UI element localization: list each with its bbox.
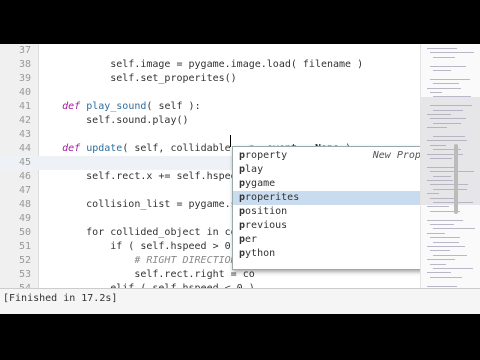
line-number: 53 [18,269,31,280]
minimap-line [430,92,442,93]
code-text: collision_list = pygame.spri [38,199,255,210]
minimap-line [430,263,446,265]
completion-text: lay [245,164,264,175]
minimap-line [430,276,462,278]
completion-text: er [245,234,258,245]
minimap-line [433,254,467,256]
line-number: 51 [18,241,31,252]
code-line[interactable]: 37 [0,44,420,58]
completion-text: osition [245,206,288,217]
minimap-viewport[interactable] [421,97,480,205]
code-text: self.sound.play() [38,115,189,126]
line-number: 52 [18,255,31,266]
line-number: 37 [18,45,31,56]
code-line[interactable]: 39 self.set_properites() [0,72,420,86]
line-number: 43 [18,129,31,140]
code-text: self.rect.right = co [38,269,255,280]
line-number: 48 [18,199,31,210]
minimap-line [430,237,460,239]
line-number: 38 [18,59,31,70]
code-text: def play_sound( self ): [62,101,201,112]
code-line[interactable]: 42 self.sound.play() [0,114,420,128]
code-text: for collided_object in collin [38,227,261,238]
code-text: # RIGHT DIRECTION [134,255,237,266]
line-number: 39 [18,73,31,84]
vertical-scrollbar[interactable] [454,144,458,214]
completion-text: ython [245,248,276,259]
minimap-line [430,250,450,252]
minimap-line [433,56,455,58]
completion-text: roperty [245,150,288,161]
line-number: 40 [18,87,31,98]
minimap-line [430,52,474,54]
minimap-line [427,259,455,261]
minimap-line [433,268,473,269]
build-output-panel: [Finished in 17.2s] [0,288,480,314]
minimap-line [427,232,445,234]
text-caret [230,135,231,147]
completion-text: roperites [245,192,300,203]
line-number: 50 [18,227,31,238]
minimap-line [430,78,470,80]
minimap-line [433,241,459,243]
code-line[interactable]: 43 [0,128,420,142]
minimap-line [427,285,457,287]
minimap-line [430,224,454,225]
code-line[interactable]: 53 self.rect.right = co [0,268,420,282]
minimap-line [433,70,451,71]
line-number: 47 [18,185,31,196]
code-text: self.image = pygame.image.load( filename… [38,59,364,70]
minimap-line [427,219,463,221]
line-number: 41 [18,101,31,112]
completion-text: revious [245,220,288,231]
build-output-text: [Finished in 17.2s] [3,293,118,304]
minimap-line [427,272,451,274]
line-number: 49 [18,213,31,224]
editor-window: 37 38 self.image = pygame.image.load( fil… [0,44,480,314]
minimap-line [427,48,457,49]
minimap-line [427,206,449,208]
line-number: 44 [18,143,31,154]
minimap-line [433,83,459,85]
video-frame: { "editor": { "lines": [ {"num": "37", "… [0,0,480,360]
code-text: self.rect.x += self.hspeed [38,171,243,182]
completion-text: ygame [245,178,276,189]
code-line[interactable]: 40 [0,86,420,100]
minimap[interactable] [420,44,480,314]
minimap-line [430,65,466,67]
minimap-line [427,246,465,247]
minimap-line [427,87,461,89]
code-line[interactable]: 41 def play_sound( self ): [0,100,420,114]
line-number: 46 [18,171,31,182]
line-number: 42 [18,115,31,126]
code-line[interactable]: 38 self.image = pygame.image.load( filen… [0,58,420,72]
code-text: self.set_properites() [38,73,237,84]
line-number: 45 [18,157,31,168]
minimap-line [433,228,475,230]
code-text: if ( self.hspeed > 0 ): [38,241,249,252]
